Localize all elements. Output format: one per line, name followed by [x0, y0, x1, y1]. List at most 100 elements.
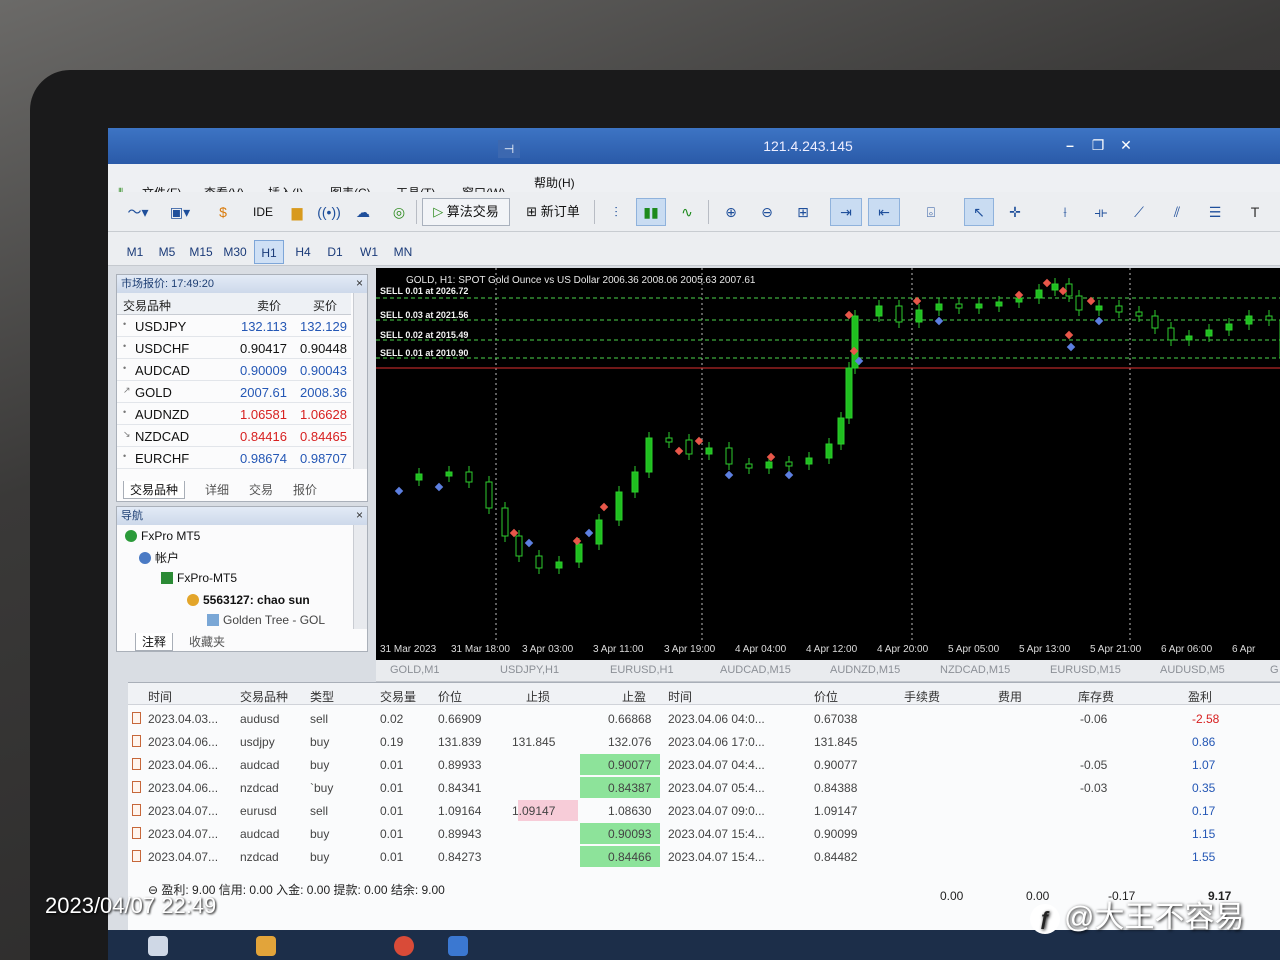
tab-details[interactable]: 详细 — [199, 481, 235, 499]
column-header[interactable]: 费用 — [998, 688, 1022, 705]
col-ask[interactable]: 买价 — [313, 297, 337, 314]
tab-favorites[interactable]: 收藏夹 — [183, 633, 231, 651]
nav-expert[interactable]: Golden Tree - GOL — [207, 613, 325, 627]
start-icon[interactable] — [148, 936, 168, 956]
chart-tab[interactable]: NZDCAD,M15 — [940, 664, 1010, 676]
column-header[interactable]: 手续费 — [904, 688, 940, 705]
line-icon[interactable]: ∿ — [674, 198, 700, 226]
tab-trading[interactable]: 交易 — [243, 481, 279, 499]
history-row[interactable]: 2023.04.07... eurusd sell 0.01 1.09164 1.0914… — [128, 799, 1280, 822]
history-row[interactable]: 2023.04.07... audcad buy 0.01 0.89943 0.90093… — [128, 822, 1280, 845]
column-header[interactable]: 止盈 — [622, 688, 646, 705]
close-icon[interactable]: ✕ — [1114, 134, 1138, 156]
tab-symbols[interactable]: 交易品种 — [123, 481, 186, 499]
zoom-out-icon[interactable]: ⊖ — [754, 198, 780, 226]
tf-m1[interactable]: M1 — [120, 240, 150, 264]
history-row[interactable]: 2023.04.06... usdjpy buy 0.19 131.839 131.845… — [128, 730, 1280, 753]
tf-m30[interactable]: M30 — [220, 240, 250, 264]
chart-tab[interactable]: G — [1270, 664, 1279, 676]
column-header[interactable]: 盈利 — [1188, 688, 1212, 705]
history-row[interactable]: 2023.04.07... nzdcad buy 0.01 0.84273 0.84466… — [128, 845, 1280, 868]
algo-trading-button[interactable]: ▷ 算法交易 — [422, 198, 510, 226]
column-header[interactable]: 止损 — [526, 688, 550, 705]
market-bag-icon[interactable]: ▆ — [286, 198, 308, 226]
chart-shift-icon[interactable]: ⇤ — [868, 198, 900, 226]
tf-w1[interactable]: W1 — [354, 240, 384, 264]
market-watch-scrollbar[interactable] — [353, 293, 367, 469]
column-header[interactable]: 库存费 — [1078, 688, 1114, 705]
chrome-icon[interactable] — [394, 936, 414, 956]
column-header[interactable]: 价位 — [438, 688, 462, 705]
vps-icon[interactable]: ◎ — [388, 198, 410, 226]
close-icon[interactable]: × — [356, 508, 363, 522]
history-row[interactable]: 2023.04.03... audusd sell 0.02 0.66909 0.6686… — [128, 707, 1280, 730]
chart-tab[interactable]: GOLD,M1 — [390, 664, 440, 676]
menu-help[interactable]: 帮助(H) — [534, 174, 575, 191]
market-watch-row[interactable]: • AUDNZD 1.06581 1.06628 — [117, 403, 351, 425]
new-order-button[interactable]: ⊞ 新订单 — [518, 198, 588, 226]
tile-windows-icon[interactable]: ⊞ — [790, 198, 816, 226]
chart-tab[interactable]: AUDCAD,M15 — [720, 664, 791, 676]
column-header[interactable]: 价位 — [814, 688, 838, 705]
text-icon[interactable]: T — [1242, 198, 1268, 226]
column-header[interactable]: 时间 — [148, 688, 172, 705]
tf-m15[interactable]: M15 — [186, 240, 216, 264]
nav-broker[interactable]: FxPro MT5 — [125, 529, 200, 543]
trendline-icon[interactable]: ⟋ — [1126, 198, 1152, 226]
restore-icon[interactable]: ❐ — [1086, 134, 1110, 156]
market-watch-row[interactable]: • AUDCAD 0.90009 0.90043 — [117, 359, 351, 381]
candlestick-icon[interactable]: ▮▮ — [636, 198, 666, 226]
tf-h4[interactable]: H4 — [288, 240, 318, 264]
navigator-scrollbar[interactable] — [353, 525, 367, 629]
column-header[interactable]: 时间 — [668, 688, 692, 705]
column-header[interactable]: 类型 — [310, 688, 334, 705]
candlestick-chart[interactable] — [376, 268, 1280, 640]
tab-common[interactable]: 注释 — [135, 633, 174, 651]
tf-d1[interactable]: D1 — [320, 240, 350, 264]
nav-account[interactable]: 5563127: chao sun — [187, 593, 310, 607]
pin-icon[interactable]: ⊣ — [498, 140, 520, 158]
cloud-icon[interactable]: ☁ — [352, 198, 374, 226]
crosshair-icon[interactable]: ✛ — [1002, 198, 1028, 226]
col-bid[interactable]: 卖价 — [257, 297, 281, 314]
dollar-icon[interactable]: $ — [212, 198, 234, 226]
tf-mn[interactable]: MN — [388, 240, 418, 264]
market-watch-row[interactable]: • USDCHF 0.90417 0.90448 — [117, 337, 351, 359]
chart-tab[interactable]: EURUSD,M15 — [1050, 664, 1121, 676]
tf-h1[interactable]: H1 — [254, 240, 284, 264]
app-icon[interactable] — [448, 936, 468, 956]
horizontal-line-icon[interactable]: ⟛ — [1088, 198, 1114, 226]
chart-tab[interactable]: USDJPY,H1 — [500, 664, 559, 676]
screenshot-icon[interactable]: ⌻ — [918, 198, 944, 226]
gold-h1-chart[interactable]: GOLD, H1: SPOT Gold Ounce vs US Dollar 2… — [376, 268, 1280, 640]
vertical-line-icon[interactable]: ⟊ — [1052, 198, 1078, 226]
chart-tab[interactable]: AUDNZD,M15 — [830, 664, 900, 676]
col-symbol[interactable]: 交易品种 — [123, 297, 171, 314]
chart-tab[interactable]: EURUSD,H1 — [610, 664, 674, 676]
fibonacci-icon[interactable]: ☰ — [1202, 198, 1228, 226]
cursor-icon[interactable]: ↖ — [964, 198, 994, 226]
channel-icon[interactable]: ⫽ — [1164, 198, 1190, 226]
ide-button[interactable]: IDE — [248, 198, 278, 226]
zoom-in-icon[interactable]: ⊕ — [718, 198, 744, 226]
auto-scroll-icon[interactable]: ⇥ — [830, 198, 862, 226]
column-header[interactable]: 交易量 — [380, 688, 416, 705]
market-watch-row[interactable]: • EURCHF 0.98674 0.98707 — [117, 447, 351, 469]
close-icon[interactable]: × — [356, 276, 363, 290]
history-row[interactable]: 2023.04.06... audcad buy 0.01 0.89933 0.90077… — [128, 753, 1280, 776]
market-watch-row[interactable]: • USDJPY 132.113 132.129 — [117, 315, 351, 337]
chart-tab[interactable]: AUDUSD,M5 — [1160, 664, 1225, 676]
market-watch-row[interactable]: ↗ GOLD 2007.61 2008.36 — [117, 381, 351, 403]
minimize-icon[interactable]: – — [1058, 134, 1082, 156]
line-chart-icon[interactable]: 〜▾ — [120, 198, 156, 226]
history-row[interactable]: 2023.04.06... nzdcad `buy 0.01 0.84341 0.8438… — [128, 776, 1280, 799]
template-icon[interactable]: ▣▾ — [162, 198, 198, 226]
column-header[interactable]: 交易品种 — [240, 688, 288, 705]
market-watch-row[interactable]: ↘ NZDCAD 0.84416 0.84465 — [117, 425, 351, 447]
bar-chart-icon[interactable]: ⫶ — [604, 198, 628, 226]
tf-m5[interactable]: M5 — [152, 240, 182, 264]
folder-icon[interactable] — [256, 936, 276, 956]
nav-accounts[interactable]: 帐户 — [139, 549, 179, 566]
signals-icon[interactable]: ((•)) — [316, 198, 342, 226]
nav-server[interactable]: FxPro-MT5 — [161, 571, 237, 585]
